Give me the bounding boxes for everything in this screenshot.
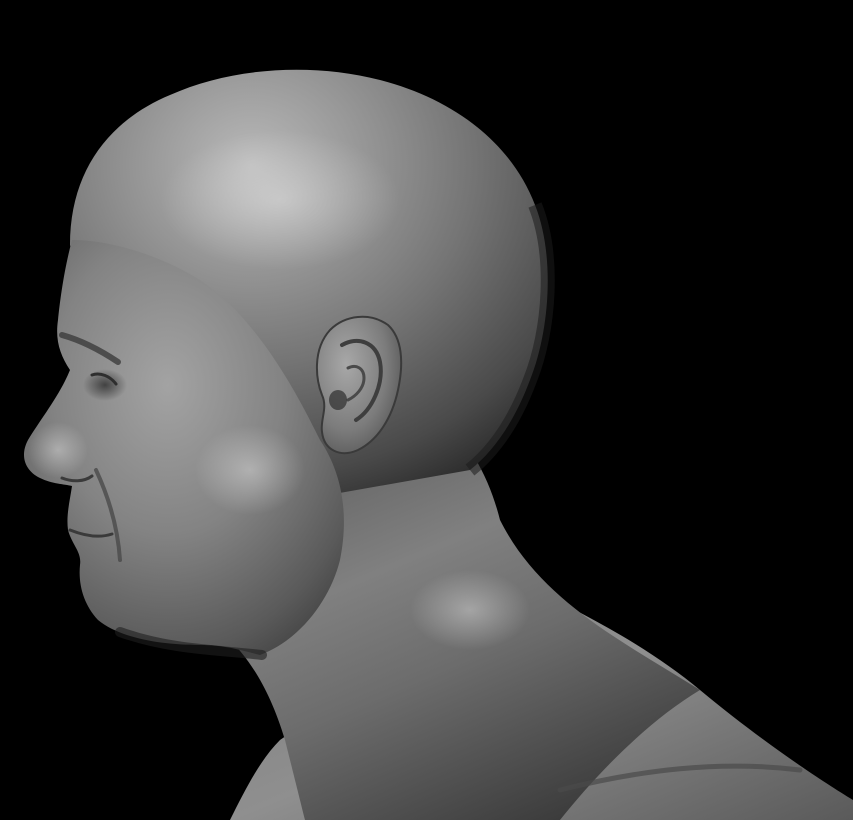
skull-highlight xyxy=(160,130,400,270)
cheek-highlight xyxy=(195,425,305,515)
eye-socket xyxy=(83,369,127,401)
sculpt-render xyxy=(0,0,853,820)
render-viewport xyxy=(0,0,853,820)
neck-highlight xyxy=(410,570,530,650)
nose-highlight xyxy=(28,422,88,478)
